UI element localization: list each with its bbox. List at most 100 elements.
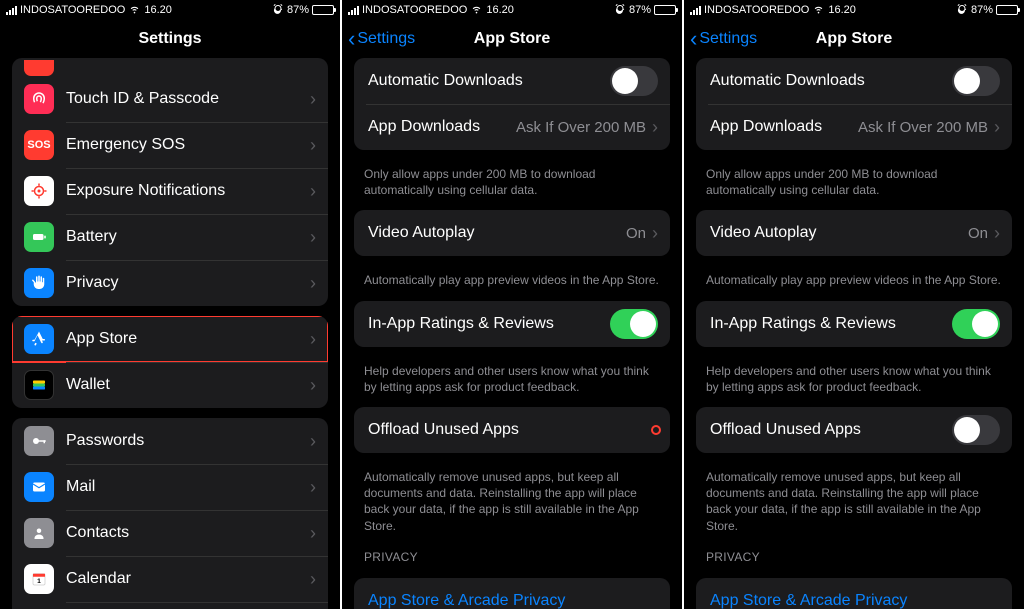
- wifi-icon: [812, 2, 825, 18]
- battery-icon: [654, 5, 676, 15]
- footer-offload: Automatically remove unused apps, but ke…: [342, 463, 682, 536]
- row-video-autoplay[interactable]: Video Autoplay On ›: [354, 210, 670, 256]
- battery-icon: [996, 5, 1018, 15]
- group-privacy-links: App Store & Arcade Privacy Personalized …: [696, 578, 1012, 609]
- row-offload-unused-apps[interactable]: Offload Unused Apps: [354, 407, 670, 453]
- carrier-label: INDOSATOOREDOO: [704, 4, 809, 16]
- battery-icon: [312, 5, 334, 15]
- row-label: Offload Unused Apps: [368, 421, 654, 439]
- exposure-icon: [24, 176, 54, 206]
- battery-settings-icon: [24, 222, 54, 252]
- row-label: In-App Ratings & Reviews: [368, 315, 610, 333]
- toggle-in-app-ratings[interactable]: [952, 309, 1000, 339]
- appstore-scroll[interactable]: Automatic Downloads App Downloads Ask If…: [342, 58, 682, 609]
- row-in-app-ratings[interactable]: In-App Ratings & Reviews: [354, 301, 670, 347]
- settings-row-mail[interactable]: Mail ›: [12, 464, 328, 510]
- mail-icon: [24, 472, 54, 502]
- row-label: Mail: [66, 478, 310, 496]
- settings-row-notes[interactable]: Notes ›: [12, 602, 328, 609]
- chevron-right-icon: ›: [652, 223, 658, 244]
- row-label: Exposure Notifications: [66, 182, 310, 200]
- key-icon: [24, 426, 54, 456]
- settings-row-cutoff[interactable]: [12, 58, 328, 76]
- page-title: Settings: [138, 30, 201, 48]
- toggle-offload[interactable]: [952, 415, 1000, 445]
- footer-video: Automatically play app preview videos in…: [684, 266, 1024, 290]
- row-video-autoplay[interactable]: Video Autoplay On ›: [696, 210, 1012, 256]
- row-offload-unused-apps[interactable]: Offload Unused Apps: [696, 407, 1012, 453]
- wifi-icon: [128, 2, 141, 18]
- settings-row-exposure[interactable]: Exposure Notifications ›: [12, 168, 328, 214]
- toggle-in-app-ratings[interactable]: [610, 309, 658, 339]
- back-label: Settings: [699, 30, 757, 48]
- group-ratings: In-App Ratings & Reviews: [696, 301, 1012, 347]
- battery-pct-label: 87%: [629, 4, 651, 16]
- chevron-right-icon: ›: [310, 375, 316, 396]
- row-label: Emergency SOS: [66, 136, 310, 154]
- chevron-right-icon: ›: [310, 181, 316, 202]
- row-label: Passwords: [66, 432, 310, 450]
- row-appstore-privacy[interactable]: App Store & Arcade Privacy: [696, 578, 1012, 609]
- row-label: Video Autoplay: [368, 224, 626, 242]
- settings-row-calendar[interactable]: 1 Calendar ›: [12, 556, 328, 602]
- row-label: In-App Ratings & Reviews: [710, 315, 952, 333]
- settings-row-passwords[interactable]: Passwords ›: [12, 418, 328, 464]
- phone-appstore-off: INDOSATOOREDOO 16.20 87% ‹ Settings App …: [684, 0, 1024, 609]
- settings-row-battery[interactable]: Battery ›: [12, 214, 328, 260]
- nav-bar: Settings: [0, 20, 340, 58]
- chevron-left-icon: ‹: [348, 28, 355, 50]
- row-app-downloads[interactable]: App Downloads Ask If Over 200 MB ›: [696, 104, 1012, 150]
- header-privacy: Privacy: [684, 536, 1024, 568]
- footer-cellular: Only allow apps under 200 MB to download…: [684, 160, 1024, 200]
- fingerprint-icon: [24, 84, 54, 114]
- row-detail: Ask If Over 200 MB: [516, 119, 646, 136]
- row-app-downloads[interactable]: App Downloads Ask If Over 200 MB ›: [354, 104, 670, 150]
- carrier-label: INDOSATOOREDOO: [20, 4, 125, 16]
- settings-row-privacy[interactable]: Privacy ›: [12, 260, 328, 306]
- chevron-left-icon: ‹: [690, 28, 697, 50]
- chevron-right-icon: ›: [652, 117, 658, 138]
- settings-row-contacts[interactable]: Contacts ›: [12, 510, 328, 556]
- footer-ratings: Help developers and other users know wha…: [342, 357, 682, 397]
- phone-settings: INDOSATOOREDOO 16.20 87% Settings: [0, 0, 340, 609]
- nav-bar: ‹ Settings App Store: [684, 20, 1024, 58]
- group-downloads: Automatic Downloads App Downloads Ask If…: [696, 58, 1012, 150]
- row-automatic-downloads[interactable]: Automatic Downloads: [354, 58, 670, 104]
- back-button[interactable]: ‹ Settings: [348, 20, 415, 58]
- settings-scroll[interactable]: Touch ID & Passcode › SOS Emergency SOS …: [0, 58, 340, 609]
- settings-group-apps: Passwords › Mail › Contacts › 1: [12, 418, 328, 609]
- chevron-right-icon: ›: [994, 223, 1000, 244]
- row-label: App Store & Arcade Privacy: [710, 592, 1000, 609]
- back-button[interactable]: ‹ Settings: [690, 20, 757, 58]
- sos-icon: SOS: [24, 130, 54, 160]
- chevron-right-icon: ›: [310, 431, 316, 452]
- settings-group-store: App Store › Wallet ›: [12, 316, 328, 408]
- toggle-automatic-downloads[interactable]: [610, 66, 658, 96]
- alarm-icon: [614, 3, 626, 18]
- time-label: 16.20: [486, 4, 514, 16]
- footer-offload: Automatically remove unused apps, but ke…: [684, 463, 1024, 536]
- footer-video: Automatically play app preview videos in…: [342, 266, 682, 290]
- row-label: Automatic Downloads: [710, 72, 952, 90]
- appstore-scroll[interactable]: Automatic Downloads App Downloads Ask If…: [684, 58, 1024, 609]
- group-video: Video Autoplay On ›: [696, 210, 1012, 256]
- chevron-right-icon: ›: [310, 569, 316, 590]
- back-label: Settings: [357, 30, 415, 48]
- settings-row-emergency-sos[interactable]: SOS Emergency SOS ›: [12, 122, 328, 168]
- signal-icon: [348, 6, 359, 15]
- svg-text:1: 1: [37, 578, 41, 585]
- toggle-automatic-downloads[interactable]: [952, 66, 1000, 96]
- settings-row-wallet[interactable]: Wallet ›: [12, 362, 328, 408]
- settings-row-app-store[interactable]: App Store ›: [12, 316, 328, 362]
- app-store-icon: [24, 324, 54, 354]
- settings-row-touch-id[interactable]: Touch ID & Passcode ›: [12, 76, 328, 122]
- row-label: App Downloads: [368, 118, 516, 136]
- row-in-app-ratings[interactable]: In-App Ratings & Reviews: [696, 301, 1012, 347]
- row-label: Contacts: [66, 524, 310, 542]
- chevron-right-icon: ›: [310, 135, 316, 156]
- time-label: 16.20: [828, 4, 856, 16]
- row-automatic-downloads[interactable]: Automatic Downloads: [696, 58, 1012, 104]
- wifi-icon: [470, 2, 483, 18]
- row-appstore-privacy[interactable]: App Store & Arcade Privacy: [354, 578, 670, 609]
- footer-ratings: Help developers and other users know wha…: [684, 357, 1024, 397]
